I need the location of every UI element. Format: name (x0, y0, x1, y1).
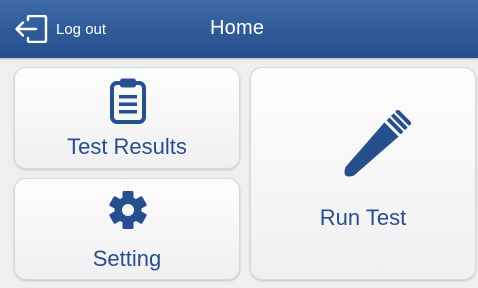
clipboard-icon (108, 77, 148, 130)
logout-icon (14, 15, 48, 43)
test-results-button[interactable]: Test Results (14, 67, 240, 169)
pipette-tip-icon (331, 109, 412, 195)
page-title: Home (210, 17, 265, 39)
setting-label: Setting (92, 246, 162, 271)
setting-button[interactable]: Setting (14, 178, 240, 280)
gear-icon (108, 190, 148, 235)
run-test-button[interactable]: Run Test (250, 67, 476, 280)
home-screen: Log out Home Test Results Setting Run Te… (0, 0, 478, 288)
logout-label: Log out (56, 20, 107, 38)
top-bar: Log out Home (0, 0, 478, 58)
test-results-label: Test Results (67, 134, 187, 159)
run-test-label: Run Test (319, 205, 407, 230)
logout-button[interactable]: Log out (14, 14, 106, 44)
